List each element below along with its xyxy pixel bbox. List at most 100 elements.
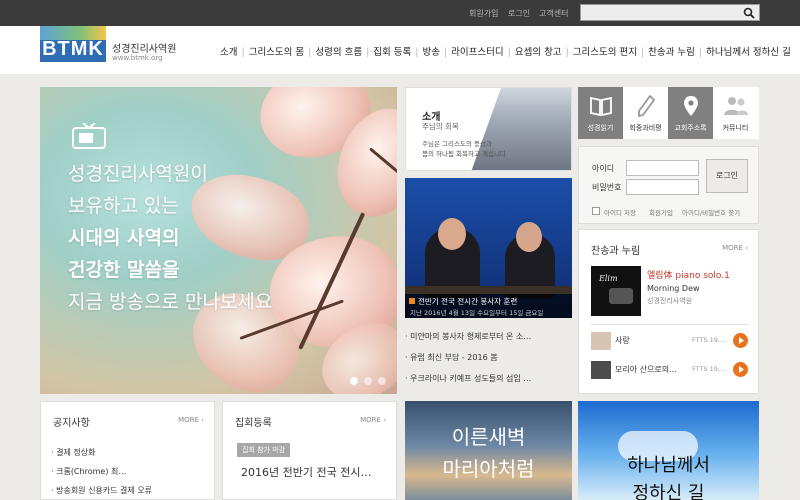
video-title: 전반기 전국 전시간 봉사자 훈련	[418, 297, 518, 306]
pen-icon	[638, 95, 655, 117]
nav-item[interactable]: 성령의 흐름	[315, 44, 362, 58]
hero-line-1: 성경진리사역원이	[68, 163, 208, 185]
nav-item[interactable]: 소개	[220, 44, 237, 58]
meeting-title: 집회등록	[235, 418, 272, 429]
login-link[interactable]: 로그인	[508, 8, 530, 19]
nav-item[interactable]: 집회 등록	[373, 44, 411, 58]
intro-desc-2: 몸의 하나됨 회복하고 계십니다	[422, 150, 506, 158]
banner-way-line-2: 정하신 길	[632, 483, 705, 500]
featured-track-org: 성경진리사역원	[647, 297, 693, 305]
list-item[interactable]: · 미얀마의 봉사자 형제로부터 온 소…	[405, 326, 572, 347]
quick-criticism[interactable]: 회중과비평	[623, 87, 668, 139]
status-badge: 집회 참가 마감	[237, 443, 291, 457]
quick-church-directory[interactable]: 교회주소록	[668, 87, 713, 139]
support-link[interactable]: 고객센터	[539, 8, 568, 19]
slide-dot[interactable]	[350, 377, 358, 385]
slide-dot[interactable]	[364, 377, 372, 385]
news-list: · 미얀마의 봉사자 형제로부터 온 소… · 유럽 최신 부담 - 2016 …	[405, 326, 572, 389]
album-cover-text: Elim	[599, 274, 618, 283]
play-icon[interactable]	[733, 362, 748, 377]
site-url: www.btmk.org	[112, 54, 163, 62]
hero-banner[interactable]: 성경진리사역원이 보유하고 있는 시대의 사역의 건강한 말씀을 지금 방송으로…	[40, 87, 397, 394]
site-name[interactable]: 성경진리사역원	[112, 40, 176, 55]
nav-item[interactable]: 찬송과 누림	[648, 44, 695, 58]
nav-item[interactable]: 그리스도의 몸	[249, 44, 304, 58]
top-bar: 회원가입 로그인 고객센터	[0, 0, 800, 26]
nav-item[interactable]: 라이프스터디	[451, 44, 503, 58]
video-thumbnail[interactable]: 전반기 전국 전시간 봉사자 훈련 지난 2016년 4월 13일 수요일부터 …	[405, 178, 572, 318]
book-icon	[590, 96, 612, 116]
music-more-link[interactable]: MORE ›	[722, 244, 748, 252]
nav-separator: |	[640, 47, 645, 58]
map-pin-icon	[684, 96, 698, 116]
intro-desc-1: 주님은 그리스도의 풍성과	[422, 140, 492, 148]
list-item[interactable]: · 방송회원 신용카드 결제 오류	[51, 485, 152, 496]
hero-line-5: 지금 방송으로 만나보세요	[68, 291, 273, 313]
nav-separator: |	[241, 47, 245, 58]
intro-subtitle: 주님의 회복	[422, 122, 459, 131]
nav-separator: |	[507, 47, 511, 58]
hero-line-3: 시대의 사역의	[68, 227, 180, 249]
nav-item[interactable]: 요셉의 창고	[515, 44, 562, 58]
hero-line-2: 보유하고 있는	[68, 195, 179, 217]
search-input[interactable]	[580, 4, 760, 21]
slide-dot[interactable]	[378, 377, 386, 385]
quick-community[interactable]: 커뮤니티	[713, 87, 758, 139]
music-title: 찬송과 누림	[591, 246, 641, 257]
id-field[interactable]	[626, 160, 699, 176]
join-link[interactable]: 회원가입	[469, 8, 498, 19]
list-item[interactable]: · 결제 정상화	[51, 447, 95, 458]
password-field[interactable]	[626, 179, 699, 195]
video-date: 지난 2016년 4월 13일 수요일부터 15일 금요일	[410, 309, 544, 317]
banner-dawn[interactable]: 이른새벽 마리아처럼	[405, 401, 572, 500]
nav-separator: |	[415, 47, 419, 58]
banner-way[interactable]: 하나님께서 정하신 길	[578, 401, 759, 500]
notice-title: 공지사항	[53, 418, 90, 429]
nav-separator: |	[443, 47, 448, 58]
congregation-photo	[471, 88, 571, 170]
list-item[interactable]: · 크롬(Chrome) 최…	[51, 466, 126, 477]
nav-separator: |	[565, 47, 569, 58]
music-panel: 찬송과 누림 MORE › Elim 엘림体 piano solo.1 Morn…	[578, 229, 759, 394]
logo[interactable]: BTMK	[40, 26, 106, 62]
pw-label: 비밀번호	[592, 183, 622, 192]
main-nav: 소개 | 그리스도의 몸 | 성령의 흐름 | 집회 등록 | 방송 | 라이프스터디 | 요셉의 창고…	[220, 44, 791, 58]
meeting-headline[interactable]: 2016년 전반기 전국 전시…	[241, 464, 371, 480]
save-id-label: 아이디 저장	[604, 209, 636, 217]
album-cover[interactable]: Elim	[591, 266, 641, 316]
nav-separator: |	[308, 47, 312, 58]
save-id-checkbox[interactable]	[592, 207, 600, 215]
quick-links: 성경읽기 회중과비평 교회주소록 커뮤니티	[578, 87, 759, 139]
login-button[interactable]: 로그인	[706, 159, 748, 193]
meeting-more-link[interactable]: MORE ›	[360, 416, 386, 424]
quick-bible-reading[interactable]: 성경읽기	[578, 87, 623, 139]
banner-way-line-1: 하나님께서	[627, 455, 710, 476]
track-code: FTTS 19,…	[692, 336, 727, 344]
header: BTMK 성경진리사역원 www.btmk.org 소개 | 그리스도의 몸 | 성령의…	[0, 26, 800, 74]
meeting-panel: 집회등록 MORE › 집회 참가 마감 2016년 전반기 전국 전시…	[222, 401, 397, 500]
id-label: 아이디	[592, 164, 615, 173]
play-icon[interactable]	[733, 333, 748, 348]
list-item[interactable]: · 유럽 최신 부담 - 2016 봄	[405, 347, 572, 368]
login-form: 아이디 비밀번호 로그인 아이디 저장 회원가입 아이디/비밀번호 찾기	[578, 146, 759, 224]
featured-track-title[interactable]: 엘림体 piano solo.1	[647, 268, 730, 281]
banner-dawn-line-2: 마리아처럼	[442, 457, 535, 481]
nav-item[interactable]: 하나님께서 정하신 길	[706, 44, 791, 58]
nav-item[interactable]: 그리스도의 편지	[573, 44, 637, 58]
nav-separator: |	[698, 47, 703, 58]
banner-dawn-line-1: 이른새벽	[451, 425, 526, 449]
featured-track-sub: Morning Dew	[647, 284, 700, 293]
intro-card[interactable]: 소개 주님의 회복 주님은 그리스도의 풍성과 몸의 하나됨 회복하고 계십니다	[405, 87, 572, 171]
hero-line-4: 건강한 말씀을	[68, 259, 180, 281]
find-account-link[interactable]: 아이디/비밀번호 찾기	[682, 207, 740, 217]
tv-icon	[72, 123, 106, 149]
join-link[interactable]: 회원가입	[649, 207, 673, 217]
nav-item[interactable]: 방송	[422, 44, 439, 58]
track-title[interactable]: 모리아 산으로의…	[615, 364, 677, 375]
notice-panel: 공지사항 MORE › · 결제 정상화 · 크롬(Chrome) 최… · 방…	[40, 401, 215, 500]
list-item[interactable]: · 우크라이나 키예프 성도들의 섬임 …	[405, 368, 572, 389]
nav-separator: |	[366, 47, 370, 58]
search-icon[interactable]	[743, 7, 755, 19]
track-title[interactable]: 사랑	[615, 335, 630, 346]
notice-more-link[interactable]: MORE ›	[178, 416, 204, 424]
